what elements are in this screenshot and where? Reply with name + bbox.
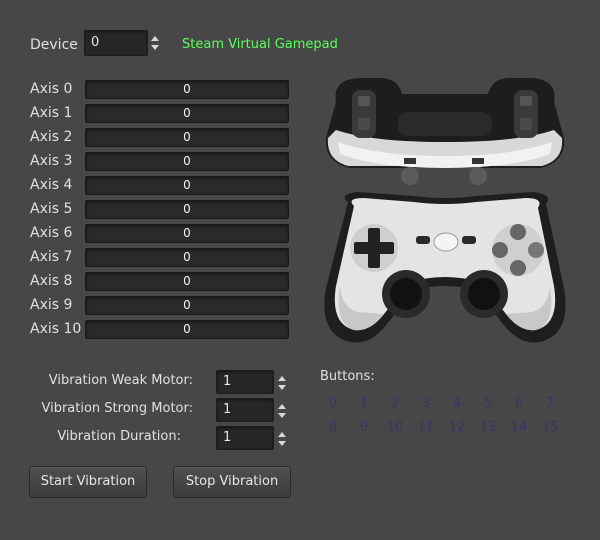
axis-progress-bar: 0 bbox=[85, 296, 289, 315]
button-indicator: 6 bbox=[514, 396, 524, 411]
device-name: Steam Virtual Gamepad bbox=[182, 37, 338, 52]
axis-label: Axis 0 bbox=[30, 81, 73, 97]
axis-progress-bar: 0 bbox=[85, 248, 289, 267]
button-indicator: 2 bbox=[390, 396, 400, 411]
joypad-demo-window: Device 0 Steam Virtual Gamepad Axis 0 0 Ax… bbox=[0, 0, 600, 540]
axis-label: Axis 2 bbox=[30, 129, 73, 145]
button-indicator: 13 bbox=[479, 420, 497, 435]
up-down-arrow-icon[interactable] bbox=[277, 400, 289, 422]
axis-label: Axis 1 bbox=[30, 105, 73, 121]
axis-row: Axis 10 0 bbox=[30, 320, 292, 340]
axis-value: 0 bbox=[183, 250, 191, 264]
vibration-duration-spinbox[interactable]: 1 bbox=[216, 426, 274, 450]
axis-progress-bar: 0 bbox=[85, 272, 289, 291]
axis-label: Axis 8 bbox=[30, 273, 73, 289]
axis-value: 0 bbox=[183, 130, 191, 144]
vibration-duration-value: 1 bbox=[223, 430, 232, 445]
axis-row: Axis 6 0 bbox=[30, 224, 292, 244]
gamepad-image bbox=[324, 78, 566, 343]
axis-value: 0 bbox=[183, 226, 191, 240]
button-indicator: 3 bbox=[421, 396, 431, 411]
button-indicator: 5 bbox=[483, 396, 493, 411]
gamepad-top-view bbox=[325, 78, 565, 185]
gamepad-front-view bbox=[324, 192, 566, 343]
axis-label: Axis 6 bbox=[30, 225, 73, 241]
button-indicator: 15 bbox=[541, 420, 559, 435]
axis-label: Axis 3 bbox=[30, 153, 73, 169]
axis-progress-bar: 0 bbox=[85, 128, 289, 147]
axis-progress-bar: 0 bbox=[85, 320, 289, 339]
vibration-strong-label: Vibration Strong Motor: bbox=[41, 401, 193, 416]
axis-row: Axis 3 0 bbox=[30, 152, 292, 172]
button-indicator: 7 bbox=[545, 396, 555, 411]
axis-label: Axis 10 bbox=[30, 321, 82, 337]
up-down-arrow-icon[interactable] bbox=[150, 32, 162, 54]
button-indicator: 11 bbox=[417, 420, 435, 435]
axis-value: 0 bbox=[183, 82, 191, 96]
axis-value: 0 bbox=[183, 322, 191, 336]
axis-progress-bar: 0 bbox=[85, 176, 289, 195]
axis-row: Axis 8 0 bbox=[30, 272, 292, 292]
axis-progress-bar: 0 bbox=[85, 200, 289, 219]
axis-value: 0 bbox=[183, 202, 191, 216]
button-indicator: 12 bbox=[448, 420, 466, 435]
button-indicator: 1 bbox=[359, 396, 369, 411]
device-value: 0 bbox=[91, 35, 100, 50]
button-indicator: 4 bbox=[452, 396, 462, 411]
start-vibration-button[interactable]: Start Vibration bbox=[29, 466, 147, 498]
axis-label: Axis 9 bbox=[30, 297, 73, 313]
axis-value: 0 bbox=[183, 274, 191, 288]
axis-row: Axis 7 0 bbox=[30, 248, 292, 268]
button-indicator: 10 bbox=[386, 420, 404, 435]
axis-row: Axis 4 0 bbox=[30, 176, 292, 196]
vibration-weak-value: 1 bbox=[223, 374, 232, 389]
axis-progress-bar: 0 bbox=[85, 152, 289, 171]
axis-progress-bar: 0 bbox=[85, 80, 289, 99]
axis-value: 0 bbox=[183, 154, 191, 168]
vibration-strong-value: 1 bbox=[223, 402, 232, 417]
axis-row: Axis 0 0 bbox=[30, 80, 292, 100]
axis-row: Axis 9 0 bbox=[30, 296, 292, 316]
axis-progress-bar: 0 bbox=[85, 224, 289, 243]
button-indicator: 0 bbox=[328, 396, 338, 411]
axis-label: Axis 4 bbox=[30, 177, 73, 193]
up-down-arrow-icon[interactable] bbox=[277, 372, 289, 394]
axis-value: 0 bbox=[183, 178, 191, 192]
axis-progress-bar: 0 bbox=[85, 104, 289, 123]
axis-row: Axis 2 0 bbox=[30, 128, 292, 148]
up-down-arrow-icon[interactable] bbox=[277, 428, 289, 450]
axis-label: Axis 7 bbox=[30, 249, 73, 265]
button-indicator: 8 bbox=[328, 420, 338, 435]
buttons-label: Buttons: bbox=[320, 369, 375, 384]
vibration-strong-spinbox[interactable]: 1 bbox=[216, 398, 274, 422]
device-label: Device bbox=[30, 37, 78, 53]
axis-value: 0 bbox=[183, 106, 191, 120]
axis-row: Axis 5 0 bbox=[30, 200, 292, 220]
axis-label: Axis 5 bbox=[30, 201, 73, 217]
axis-value: 0 bbox=[183, 298, 191, 312]
button-indicator: 14 bbox=[510, 420, 528, 435]
vibration-weak-spinbox[interactable]: 1 bbox=[216, 370, 274, 394]
axis-row: Axis 1 0 bbox=[30, 104, 292, 124]
vibration-duration-label: Vibration Duration: bbox=[57, 429, 181, 444]
stop-vibration-button[interactable]: Stop Vibration bbox=[173, 466, 291, 498]
device-spinbox[interactable]: 0 bbox=[84, 30, 148, 56]
button-indicator: 9 bbox=[359, 420, 369, 435]
vibration-weak-label: Vibration Weak Motor: bbox=[48, 373, 193, 388]
